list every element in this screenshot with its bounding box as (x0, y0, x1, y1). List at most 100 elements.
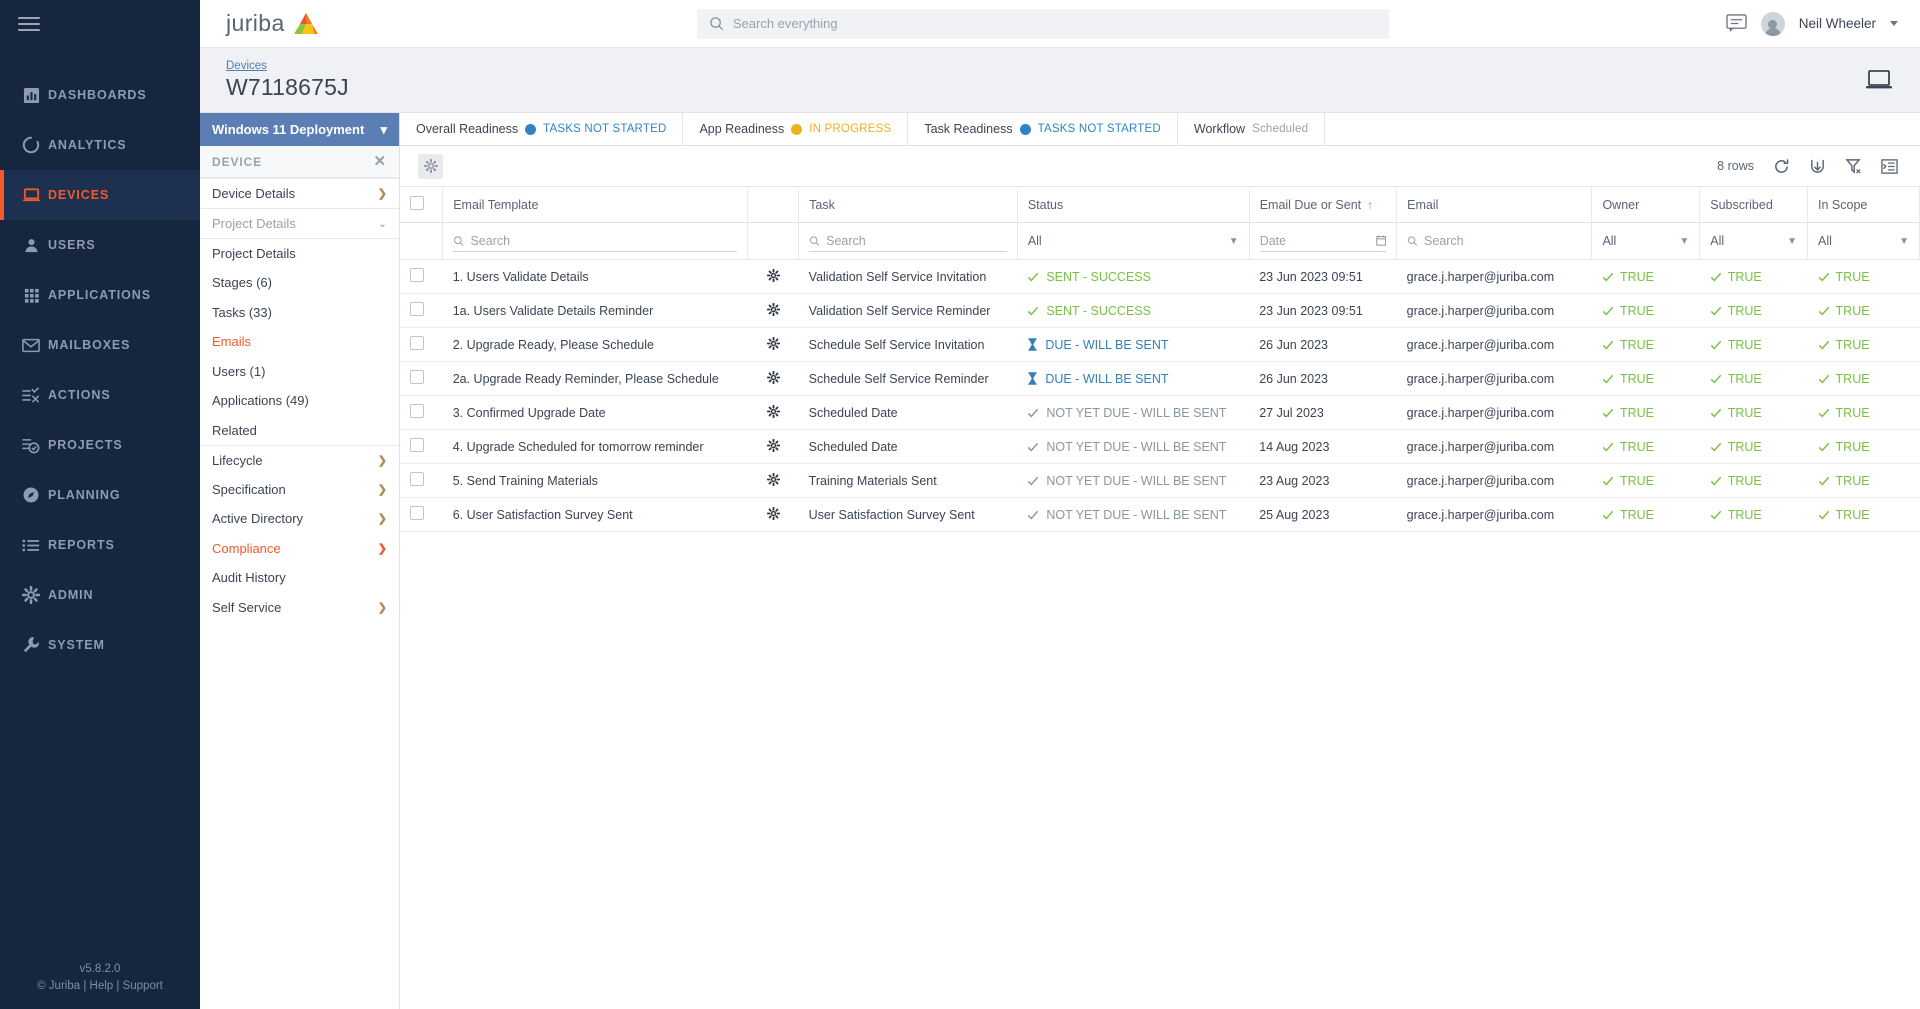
row-checkbox[interactable] (410, 370, 424, 384)
sidebar-item-actions[interactable]: ACTIONS (0, 370, 200, 420)
tab-workflow[interactable]: Workflow Scheduled (1178, 113, 1326, 145)
row-settings-gear-icon[interactable] (766, 268, 780, 282)
column-header-inscope[interactable]: In Scope (1807, 187, 1920, 223)
cell-row-settings[interactable] (747, 361, 799, 396)
global-search[interactable] (696, 8, 1389, 39)
chat-icon[interactable] (1726, 14, 1747, 33)
table-row[interactable]: 1. Users Validate Details Validation Self… (400, 259, 1920, 294)
filter-select-status[interactable]: All ▼ (1028, 234, 1239, 248)
row-checkbox[interactable] (410, 506, 424, 520)
search-input[interactable] (732, 16, 1377, 31)
avatar[interactable] (1760, 11, 1785, 36)
chevron-down-icon[interactable]: ▼ (1787, 236, 1797, 247)
panel-item-compliance[interactable]: Compliance ❯ (200, 534, 399, 564)
panel-item-self-service[interactable]: Self Service ❯ (200, 593, 399, 623)
cell-row-settings[interactable] (747, 463, 799, 498)
panel-item-related[interactable]: Related (200, 416, 399, 446)
row-settings-gear-icon[interactable] (766, 370, 780, 384)
row-checkbox[interactable] (410, 302, 424, 316)
brand-logo[interactable]: juriba (200, 10, 360, 37)
row-checkbox[interactable] (410, 472, 424, 486)
refresh-icon[interactable] (1773, 158, 1790, 175)
clear-filter-icon[interactable] (1845, 158, 1862, 175)
panel-item-specification[interactable]: Specification ❯ (200, 475, 399, 505)
row-settings-gear-icon[interactable] (766, 506, 780, 520)
cell-row-settings[interactable] (747, 293, 799, 328)
sort-asc-icon[interactable]: ↑ (1367, 198, 1373, 212)
cell-row-settings[interactable] (747, 429, 799, 464)
tab-task-readiness[interactable]: Task Readiness TASKS NOT STARTED (908, 113, 1178, 145)
column-header-due[interactable]: Email Due or Sent ↑ (1249, 187, 1398, 223)
panel-item-stages-6[interactable]: Stages (6) (200, 268, 399, 298)
close-icon[interactable]: ✕ (374, 154, 387, 169)
sidebar-item-admin[interactable]: ADMIN (0, 570, 200, 620)
chevron-down-icon[interactable]: ▼ (1679, 236, 1689, 247)
support-link[interactable]: Support (123, 980, 163, 992)
tab-app-readiness[interactable]: App Readiness IN PROGRESS (683, 113, 909, 145)
panel-item-tasks-33[interactable]: Tasks (33) (200, 298, 399, 328)
panel-item-applications-49[interactable]: Applications (49) (200, 386, 399, 416)
column-header-owner[interactable]: Owner (1591, 187, 1701, 223)
panel-item-device-details[interactable]: Device Details ❯ (200, 178, 399, 208)
row-select-cell[interactable] (400, 429, 443, 464)
chevron-down-icon[interactable]: ▼ (1229, 236, 1239, 247)
select-all-checkbox[interactable] (410, 196, 424, 210)
sidebar-item-dashboards[interactable]: DASHBOARDS (0, 70, 200, 120)
tab-overall-readiness[interactable]: Overall Readiness TASKS NOT STARTED (400, 113, 684, 145)
panel-item-emails[interactable]: Emails (200, 327, 399, 357)
row-select-cell[interactable] (400, 293, 443, 328)
sidebar-item-analytics[interactable]: ANALYTICS (0, 120, 200, 170)
row-select-cell[interactable] (400, 497, 443, 532)
filter-select-subscribed[interactable]: All ▼ (1710, 234, 1797, 248)
help-link[interactable]: Help (90, 980, 114, 992)
table-row[interactable]: 2a. Upgrade Ready Reminder, Please Sched… (400, 361, 1920, 396)
table-row[interactable]: 4. Upgrade Scheduled for tomorrow remind… (400, 429, 1920, 464)
table-row[interactable]: 6. User Satisfaction Survey Sent User Sat… (400, 497, 1920, 532)
row-checkbox[interactable] (410, 268, 424, 282)
filter-select-inscope[interactable]: All ▼ (1818, 234, 1909, 248)
cell-row-settings[interactable] (747, 327, 799, 362)
row-checkbox[interactable] (410, 336, 424, 350)
sidebar-item-reports[interactable]: REPORTS (0, 520, 200, 570)
table-row[interactable]: 1a. Users Validate Details Reminder Valid… (400, 293, 1920, 328)
row-select-cell[interactable] (400, 259, 443, 294)
table-row[interactable]: 5. Send Training Materials Training Mater… (400, 463, 1920, 498)
filter-select-owner[interactable]: All ▼ (1602, 234, 1689, 248)
sidebar-item-mailboxes[interactable]: MAILBOXES (0, 320, 200, 370)
panel-item-users-1[interactable]: Users (1) (200, 357, 399, 387)
filter-input-task[interactable] (826, 233, 1007, 248)
cell-row-settings[interactable] (747, 497, 799, 532)
row-select-cell[interactable] (400, 395, 443, 430)
cell-row-settings[interactable] (747, 395, 799, 430)
row-checkbox[interactable] (410, 404, 424, 418)
sidebar-item-devices[interactable]: DEVICES (0, 170, 200, 220)
table-row[interactable]: 2. Upgrade Ready, Please Schedule Schedul… (400, 327, 1920, 362)
project-selector[interactable]: Windows 11 Deployment ▾ (200, 113, 399, 146)
row-settings-gear-icon[interactable] (766, 404, 780, 418)
filter-input-template[interactable] (470, 233, 738, 248)
sidebar-item-system[interactable]: SYSTEM (0, 620, 200, 670)
column-header-subscribed[interactable]: Subscribed (1699, 187, 1809, 223)
row-checkbox[interactable] (410, 438, 424, 452)
calendar-icon[interactable] (1376, 234, 1386, 247)
breadcrumb[interactable]: Devices (226, 60, 349, 72)
grid-settings-button[interactable] (418, 153, 443, 179)
filter-input-email[interactable] (1424, 234, 1582, 248)
column-header-gear[interactable] (747, 187, 800, 223)
sidebar-item-projects[interactable]: PROJECTS (0, 420, 200, 470)
column-header-status[interactable]: Status (1017, 187, 1250, 223)
sidebar-item-planning[interactable]: PLANNING (0, 470, 200, 520)
panel-item-lifecycle[interactable]: Lifecycle ❯ (200, 445, 399, 475)
chevron-down-icon[interactable]: ▼ (1899, 236, 1909, 247)
laptop-icon[interactable] (1864, 68, 1894, 92)
export-icon[interactable] (1809, 158, 1826, 175)
hamburger-menu-icon[interactable] (18, 13, 40, 35)
cell-row-settings[interactable] (747, 259, 799, 294)
sidebar-item-users[interactable]: USERS (0, 220, 200, 270)
row-select-cell[interactable] (400, 463, 443, 498)
row-settings-gear-icon[interactable] (766, 472, 780, 486)
filter-input-due[interactable] (1259, 233, 1370, 248)
column-header-select[interactable] (400, 187, 444, 223)
row-select-cell[interactable] (400, 361, 443, 396)
column-header-email[interactable]: Email (1396, 187, 1593, 223)
